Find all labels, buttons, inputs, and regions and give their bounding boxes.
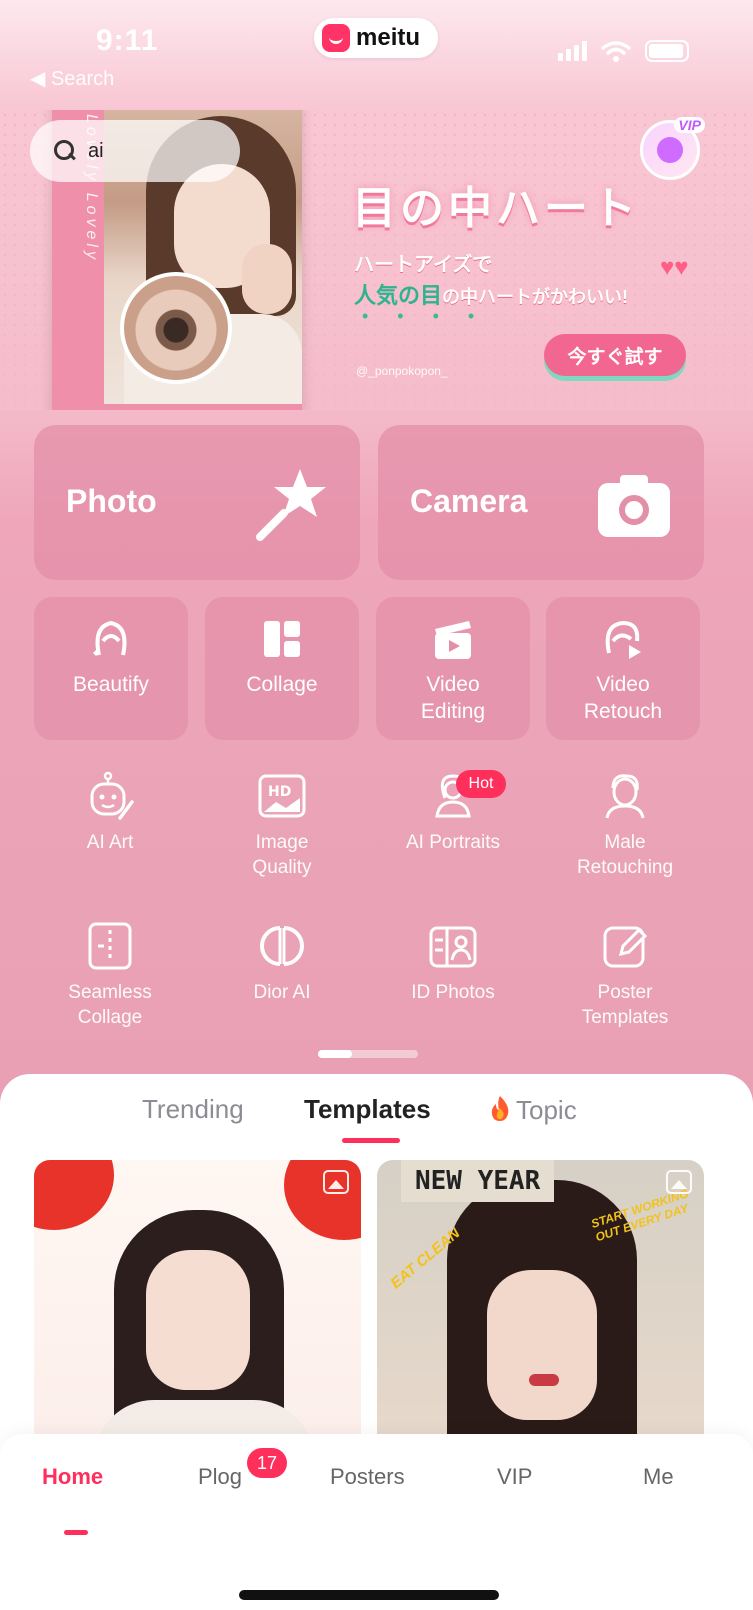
ai-portraits-label: AI Portraits [406, 832, 500, 853]
male-retouching-tool[interactable]: Male Retouching [550, 770, 700, 880]
camera-icon [598, 475, 670, 537]
nav-me[interactable]: Me [643, 1464, 674, 1490]
banner-subtitle-rest: の中ハートがかわいい! [442, 287, 629, 307]
tab-topic-label: Topic [516, 1095, 577, 1125]
dior-ai-label: Dior AI [253, 982, 311, 1003]
nav-posters[interactable]: Posters [330, 1464, 405, 1490]
vip-badge-icon: VIP [640, 117, 705, 180]
ai-art-tool[interactable]: AI Art [35, 770, 185, 855]
beautify-label: Beautify [73, 673, 149, 696]
camera-label: Camera [410, 483, 528, 519]
battery-icon [645, 40, 689, 62]
video-editing-button[interactable]: Video Editing [376, 597, 530, 740]
plog-notification-badge: 17 [247, 1448, 287, 1478]
svg-text:HD: HD [268, 784, 291, 800]
banner-title: 目の中ハート [352, 184, 640, 233]
video-retouch-label: Video Retouch [583, 673, 663, 723]
beautify-button[interactable]: Beautify [34, 597, 188, 740]
seamless-collage-icon [88, 922, 132, 970]
content-tabs: Trending Templates Topic [0, 1094, 753, 1144]
image-quality-label: Image Quality [252, 832, 312, 878]
collage-button[interactable]: Collage [205, 597, 359, 740]
meitu-logo: meitu [314, 18, 438, 58]
photo-label: Photo [66, 483, 157, 519]
portrait-hand [242, 244, 292, 314]
status-time: 9:11 [96, 24, 159, 57]
template-card[interactable]: NEW YEAR EAT CLEAN START WORKING OUT EVE… [377, 1160, 704, 1460]
nav-home[interactable]: Home [42, 1464, 103, 1490]
dior-logo-icon [260, 926, 304, 966]
poster-templates-tool[interactable]: Poster Templates [550, 920, 700, 1030]
nav-vip[interactable]: VIP [497, 1464, 532, 1490]
tab-trending[interactable]: Trending [142, 1094, 244, 1125]
male-retouching-label: Male Retouching [576, 832, 674, 878]
nav-active-indicator [64, 1530, 88, 1535]
banner-dots: • • • • [362, 306, 487, 326]
tool-page-indicator [318, 1050, 418, 1058]
cellular-signal-icon [558, 41, 587, 61]
status-bar: 9:11 ◀ Search meitu [0, 0, 753, 110]
fire-icon [491, 1096, 509, 1121]
eye-closeup [120, 272, 232, 384]
collage-icon [264, 621, 300, 657]
template-card[interactable] [34, 1160, 361, 1460]
seamless-collage-label: Seamless Collage [68, 982, 152, 1028]
banner-cta-button[interactable]: 今すぐ試す [544, 334, 686, 376]
hot-badge: Hot [456, 770, 506, 798]
id-photos-tool[interactable]: ID Photos [378, 920, 528, 1005]
video-retouch-button[interactable]: Video Retouch [546, 597, 700, 740]
home-indicator [239, 1590, 499, 1600]
card1-face [146, 1250, 250, 1390]
active-tab-indicator [342, 1138, 400, 1143]
new-year-label: NEW YEAR [401, 1160, 555, 1202]
back-to-search-link[interactable]: ◀ Search [30, 66, 114, 91]
id-photos-label: ID Photos [411, 982, 495, 1003]
ai-art-label: AI Art [86, 832, 134, 853]
video-retouch-icon [605, 620, 641, 659]
edit-poster-icon [603, 926, 648, 968]
home-screen: Lovely Lovely VIP 目の中ハート ハートアイズで 人気の目の中ハ… [0, 0, 753, 1610]
search-query: ai [88, 139, 104, 162]
tab-templates[interactable]: Templates [304, 1094, 431, 1125]
hearts-icon: ♥♥ [660, 254, 689, 281]
clapperboard-icon [435, 621, 471, 659]
wifi-icon [601, 41, 631, 62]
tab-topic[interactable]: Topic [488, 1094, 577, 1126]
camera-button[interactable]: Camera [378, 425, 704, 580]
photo-button[interactable]: Photo [34, 425, 360, 580]
card2-face [487, 1270, 597, 1420]
lantern-left [34, 1160, 114, 1230]
status-icons [558, 40, 689, 62]
search-icon [54, 140, 76, 162]
search-input[interactable]: ai [30, 120, 240, 182]
vip-badge-label: VIP [674, 117, 705, 133]
banner-credit: @_ponpokopon_ [356, 364, 448, 378]
id-card-icon [429, 926, 477, 968]
male-face-icon [605, 774, 645, 819]
meitu-logo-text: meitu [356, 24, 421, 51]
meitu-mark-icon [322, 24, 350, 52]
nav-plog[interactable]: Plog [198, 1464, 242, 1490]
collage-label: Collage [246, 673, 318, 696]
image-quality-tool[interactable]: HD Image Quality [207, 770, 357, 880]
bottom-nav: Home Plog Posters VIP Me [0, 1434, 753, 1610]
dior-ai-tool[interactable]: Dior AI [207, 920, 357, 1005]
hd-image-icon: HD [258, 774, 306, 818]
image-type-icon [666, 1170, 692, 1194]
banner-subtitle-1: ハートアイズで [354, 254, 493, 276]
seamless-collage-tool[interactable]: Seamless Collage [35, 920, 185, 1030]
magic-wand-icon [256, 469, 326, 541]
video-editing-label: Video Editing [420, 673, 486, 723]
card2-lips [529, 1374, 559, 1386]
robot-brush-icon [90, 771, 134, 820]
poster-templates-label: Poster Templates [581, 982, 669, 1028]
beautify-icon [93, 620, 127, 656]
image-type-icon [323, 1170, 349, 1194]
banner-subtitle-highlight: 人気の目 [354, 283, 443, 308]
